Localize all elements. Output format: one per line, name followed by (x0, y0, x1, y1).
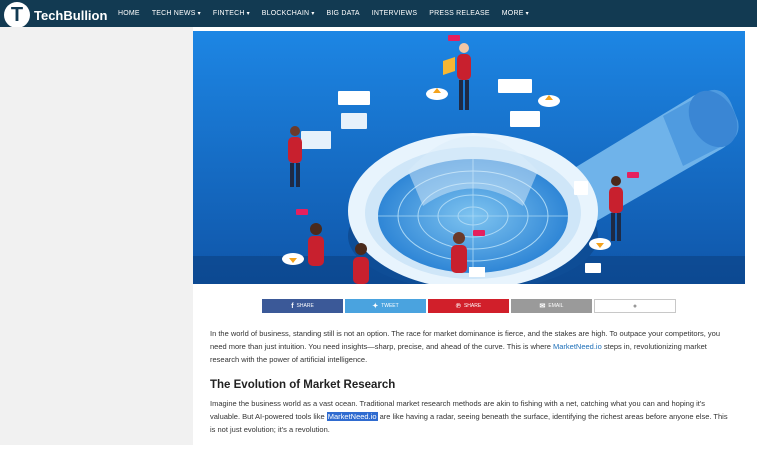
nav-label: TECH NEWS (151, 10, 196, 17)
main-menu: HOME TECH NEWS ▾ FINTECH ▾ BLOCKCHAIN ▾ BIG… (118, 0, 541, 27)
nav-item-big-data[interactable]: BIG DATA (327, 10, 360, 17)
twitter-icon: ✦ (372, 303, 379, 310)
page-bottom-edge (0, 445, 772, 451)
magnifier-illustration (193, 31, 745, 284)
site-logo[interactable]: T TechBullion (4, 2, 107, 28)
hero-illustration (193, 31, 745, 284)
chevron-down-icon: ▾ (246, 11, 250, 17)
chevron-down-icon: ▾ (525, 11, 529, 17)
nav-label: BLOCKCHAIN (261, 10, 310, 17)
nav-item-fintech[interactable]: FINTECH ▾ (213, 10, 250, 17)
logo-text: TechBullion (34, 7, 108, 23)
page-margin (757, 0, 772, 451)
twitter-tweet-button[interactable]: ✦ TWEET (345, 299, 426, 313)
nav-label: BIG DATA (326, 10, 360, 17)
nav-item-home[interactable]: HOME (118, 10, 140, 17)
body-paragraph: Imagine the business world as a vast oce… (210, 398, 735, 436)
nav-label: MORE (501, 10, 524, 17)
tweet-label: TWEET (381, 303, 399, 309)
logo-mark: T (4, 2, 30, 28)
nav-label: INTERVIEWS (371, 10, 418, 17)
nav-item-tech-news[interactable]: TECH NEWS ▾ (152, 10, 201, 17)
nav-item-press-release[interactable]: PRESS RELEASE (429, 10, 490, 17)
left-sidebar (0, 27, 193, 445)
chevron-down-icon: ▾ (311, 11, 315, 17)
nav-label: HOME (118, 10, 140, 17)
nav-item-blockchain[interactable]: BLOCKCHAIN ▾ (262, 10, 315, 17)
chevron-down-icon: ▾ (197, 11, 201, 17)
nav-label: FINTECH (212, 10, 245, 17)
magnifier-lens (348, 133, 598, 284)
pinterest-share-button[interactable]: ℗ SHARE (428, 299, 509, 313)
share-buttons: f SHARE ✦ TWEET ℗ SHARE ✉ EMAIL ● (262, 299, 676, 313)
intro-paragraph: In the world of business, standing still… (210, 328, 735, 366)
marketneed-link-selected[interactable]: MarketNeed.io (326, 412, 378, 422)
nav-label: PRESS RELEASE (429, 10, 490, 17)
section-heading: The Evolution of Market Research (210, 379, 396, 392)
nav-item-interviews[interactable]: INTERVIEWS (372, 10, 417, 17)
email-share-button[interactable]: ✉ EMAIL (511, 299, 592, 313)
marketneed-link[interactable]: MarketNeed.io (553, 342, 602, 351)
facebook-share-label: SHARE (296, 303, 314, 309)
nav-item-more[interactable]: MORE ▾ (502, 10, 529, 17)
email-label: EMAIL (548, 303, 564, 309)
comment-button[interactable]: ● (594, 299, 676, 313)
article-body: In the world of business, standing still… (210, 328, 735, 437)
top-navbar: T TechBullion HOME TECH NEWS ▾ FINTECH ▾ B… (0, 0, 757, 28)
envelope-icon: ✉ (539, 303, 546, 310)
facebook-share-button[interactable]: f SHARE (262, 299, 343, 313)
facebook-icon: f (291, 302, 294, 310)
pinterest-icon: ℗ (455, 302, 461, 310)
speech-bubble-icon: ● (632, 302, 638, 310)
pinterest-share-label: SHARE (463, 303, 482, 309)
